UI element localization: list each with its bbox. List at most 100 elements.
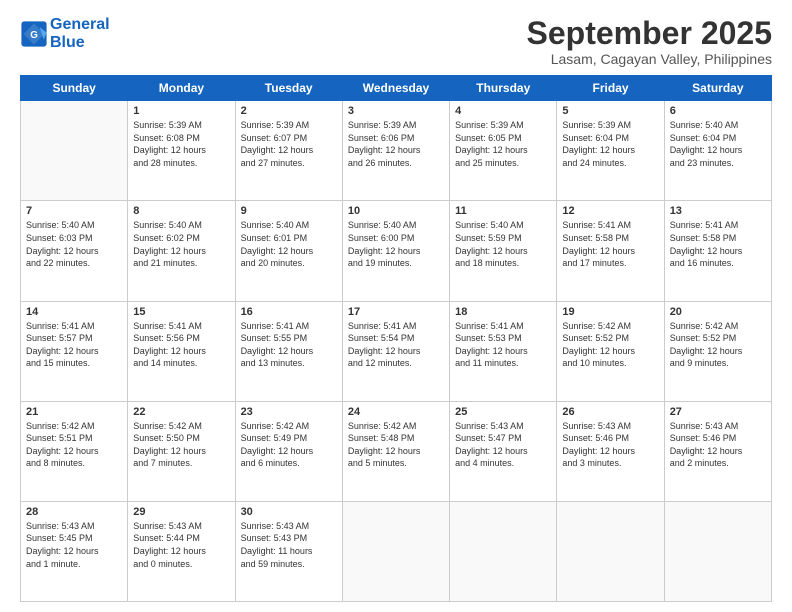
day-number: 25 — [455, 406, 551, 418]
calendar-table: Sunday Monday Tuesday Wednesday Thursday… — [20, 75, 772, 602]
day-number: 2 — [241, 105, 337, 117]
calendar-day: 4 Sunrise: 5:39 AM Sunset: 6:05 PM Daylig… — [450, 101, 557, 201]
day-number: 29 — [133, 506, 229, 518]
day-info: Sunrise: 5:42 AM Sunset: 5:50 PM Dayligh… — [133, 420, 229, 470]
day-number: 9 — [241, 205, 337, 217]
day-info: Sunrise: 5:42 AM Sunset: 5:49 PM Dayligh… — [241, 420, 337, 470]
calendar-day: 16Sunrise: 5:41 AM Sunset: 5:55 PM Dayli… — [235, 301, 342, 401]
calendar-day: 13 Sunrise: 5:41 AM Sunset: 5:58 PM Dayli… — [664, 201, 771, 301]
calendar-day: 19Sunrise: 5:42 AM Sunset: 5:52 PM Dayli… — [557, 301, 664, 401]
day-number: 22 — [133, 406, 229, 418]
day-number: 12 — [562, 205, 658, 217]
day-info: Sunrise: 5:43 AM Sunset: 5:43 PM Dayligh… — [241, 520, 337, 570]
calendar-day: 24 Sunrise: 5:42 AM Sunset: 5:48 PM Dayli… — [342, 401, 449, 501]
day-info: Sunrise: 5:42 AM Sunset: 5:51 PM Dayligh… — [26, 420, 122, 470]
calendar-day: 27 Sunrise: 5:43 AM Sunset: 5:46 PM Dayli… — [664, 401, 771, 501]
header: G General Blue September 2025 Lasam, Cag… — [20, 16, 772, 67]
calendar-day — [664, 501, 771, 601]
day-number: 26 — [562, 406, 658, 418]
day-info: Sunrise: 5:40 AM Sunset: 6:02 PM Dayligh… — [133, 219, 229, 269]
logo-icon: G — [20, 20, 48, 48]
day-number: 4 — [455, 105, 551, 117]
calendar-week-2: 7 Sunrise: 5:40 AM Sunset: 6:03 PM Daylig… — [21, 201, 772, 301]
calendar-day: 8 Sunrise: 5:40 AM Sunset: 6:02 PM Daylig… — [128, 201, 235, 301]
day-number: 24 — [348, 406, 444, 418]
day-info: Sunrise: 5:43 AM Sunset: 5:45 PM Dayligh… — [26, 520, 122, 570]
day-info: Sunrise: 5:41 AM Sunset: 5:56 PM Dayligh… — [133, 320, 229, 370]
day-number: 19 — [562, 306, 658, 318]
calendar-week-1: 1 Sunrise: 5:39 AM Sunset: 6:08 PM Daylig… — [21, 101, 772, 201]
day-number: 7 — [26, 205, 122, 217]
calendar-week-5: 28 Sunrise: 5:43 AM Sunset: 5:45 PM Dayli… — [21, 501, 772, 601]
logo-text: General Blue — [50, 16, 110, 51]
calendar-day — [21, 101, 128, 201]
day-number: 28 — [26, 506, 122, 518]
day-number: 15 — [133, 306, 229, 318]
calendar-day: 28 Sunrise: 5:43 AM Sunset: 5:45 PM Dayli… — [21, 501, 128, 601]
calendar-day: 14Sunrise: 5:41 AM Sunset: 5:57 PM Dayli… — [21, 301, 128, 401]
day-info: Sunrise: 5:39 AM Sunset: 6:05 PM Dayligh… — [455, 119, 551, 169]
day-info: Sunrise: 5:43 AM Sunset: 5:47 PM Dayligh… — [455, 420, 551, 470]
day-info: Sunrise: 5:41 AM Sunset: 5:58 PM Dayligh… — [562, 219, 658, 269]
day-number: 3 — [348, 105, 444, 117]
day-number: 16 — [241, 306, 337, 318]
calendar-day: 7 Sunrise: 5:40 AM Sunset: 6:03 PM Daylig… — [21, 201, 128, 301]
day-info: Sunrise: 5:40 AM Sunset: 6:04 PM Dayligh… — [670, 119, 766, 169]
day-number: 20 — [670, 306, 766, 318]
day-info: Sunrise: 5:42 AM Sunset: 5:52 PM Dayligh… — [670, 320, 766, 370]
calendar-week-3: 14Sunrise: 5:41 AM Sunset: 5:57 PM Dayli… — [21, 301, 772, 401]
calendar-day: 11Sunrise: 5:40 AM Sunset: 5:59 PM Dayli… — [450, 201, 557, 301]
day-number: 10 — [348, 205, 444, 217]
col-tuesday: Tuesday — [235, 76, 342, 101]
day-info: Sunrise: 5:41 AM Sunset: 5:58 PM Dayligh… — [670, 219, 766, 269]
svg-text:G: G — [30, 30, 38, 41]
calendar-day: 18 Sunrise: 5:41 AM Sunset: 5:53 PM Dayli… — [450, 301, 557, 401]
calendar-day: 26Sunrise: 5:43 AM Sunset: 5:46 PM Dayli… — [557, 401, 664, 501]
col-sunday: Sunday — [21, 76, 128, 101]
calendar-day: 5Sunrise: 5:39 AM Sunset: 6:04 PM Daylig… — [557, 101, 664, 201]
col-friday: Friday — [557, 76, 664, 101]
col-thursday: Thursday — [450, 76, 557, 101]
day-info: Sunrise: 5:41 AM Sunset: 5:54 PM Dayligh… — [348, 320, 444, 370]
calendar-day: 30Sunrise: 5:43 AM Sunset: 5:43 PM Dayli… — [235, 501, 342, 601]
calendar-week-4: 21Sunrise: 5:42 AM Sunset: 5:51 PM Dayli… — [21, 401, 772, 501]
day-number: 1 — [133, 105, 229, 117]
day-number: 8 — [133, 205, 229, 217]
col-monday: Monday — [128, 76, 235, 101]
day-info: Sunrise: 5:43 AM Sunset: 5:44 PM Dayligh… — [133, 520, 229, 570]
calendar-day: 20 Sunrise: 5:42 AM Sunset: 5:52 PM Dayli… — [664, 301, 771, 401]
calendar-day: 25 Sunrise: 5:43 AM Sunset: 5:47 PM Dayli… — [450, 401, 557, 501]
calendar-day: 21Sunrise: 5:42 AM Sunset: 5:51 PM Dayli… — [21, 401, 128, 501]
day-info: Sunrise: 5:39 AM Sunset: 6:06 PM Dayligh… — [348, 119, 444, 169]
logo: G General Blue — [20, 16, 110, 51]
calendar-day — [450, 501, 557, 601]
day-info: Sunrise: 5:40 AM Sunset: 6:00 PM Dayligh… — [348, 219, 444, 269]
calendar-day — [557, 501, 664, 601]
day-info: Sunrise: 5:42 AM Sunset: 5:48 PM Dayligh… — [348, 420, 444, 470]
day-info: Sunrise: 5:41 AM Sunset: 5:53 PM Dayligh… — [455, 320, 551, 370]
day-number: 18 — [455, 306, 551, 318]
calendar-day: 29 Sunrise: 5:43 AM Sunset: 5:44 PM Dayli… — [128, 501, 235, 601]
calendar-day: 22 Sunrise: 5:42 AM Sunset: 5:50 PM Dayli… — [128, 401, 235, 501]
day-number: 27 — [670, 406, 766, 418]
calendar-day: 3 Sunrise: 5:39 AM Sunset: 6:06 PM Daylig… — [342, 101, 449, 201]
calendar-day — [342, 501, 449, 601]
day-info: Sunrise: 5:41 AM Sunset: 5:57 PM Dayligh… — [26, 320, 122, 370]
day-number: 23 — [241, 406, 337, 418]
day-info: Sunrise: 5:43 AM Sunset: 5:46 PM Dayligh… — [670, 420, 766, 470]
page: G General Blue September 2025 Lasam, Cag… — [0, 0, 792, 612]
day-number: 6 — [670, 105, 766, 117]
month-title: September 2025 — [527, 16, 772, 51]
calendar-day: 23 Sunrise: 5:42 AM Sunset: 5:49 PM Dayli… — [235, 401, 342, 501]
day-info: Sunrise: 5:39 AM Sunset: 6:08 PM Dayligh… — [133, 119, 229, 169]
title-block: September 2025 Lasam, Cagayan Valley, Ph… — [527, 16, 772, 67]
day-info: Sunrise: 5:40 AM Sunset: 5:59 PM Dayligh… — [455, 219, 551, 269]
day-info: Sunrise: 5:40 AM Sunset: 6:03 PM Dayligh… — [26, 219, 122, 269]
day-number: 13 — [670, 205, 766, 217]
day-info: Sunrise: 5:40 AM Sunset: 6:01 PM Dayligh… — [241, 219, 337, 269]
location: Lasam, Cagayan Valley, Philippines — [527, 51, 772, 67]
calendar-day: 17Sunrise: 5:41 AM Sunset: 5:54 PM Dayli… — [342, 301, 449, 401]
day-info: Sunrise: 5:39 AM Sunset: 6:07 PM Dayligh… — [241, 119, 337, 169]
day-info: Sunrise: 5:39 AM Sunset: 6:04 PM Dayligh… — [562, 119, 658, 169]
calendar-day: 9 Sunrise: 5:40 AM Sunset: 6:01 PM Daylig… — [235, 201, 342, 301]
